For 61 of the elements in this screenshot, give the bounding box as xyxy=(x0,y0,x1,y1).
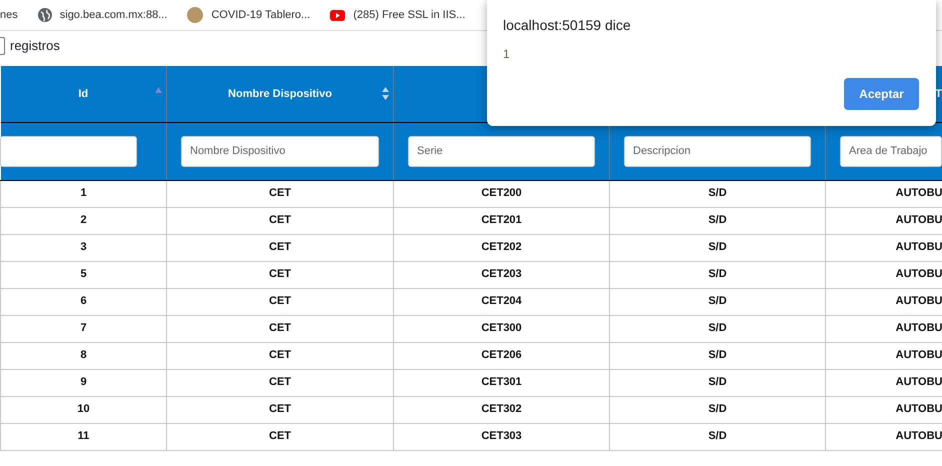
table-cell: S/D xyxy=(610,234,826,261)
column-header[interactable]: Id xyxy=(78,88,88,100)
table-cell: CET204 xyxy=(394,288,610,315)
table-cell: 6 xyxy=(0,288,166,315)
table-cell: CET xyxy=(166,207,394,234)
length-label: registros xyxy=(10,37,60,56)
table-cell: S/D xyxy=(610,315,826,342)
table-cell: CET xyxy=(166,342,394,369)
table-cell: 10 xyxy=(0,396,166,423)
table-cell: CET303 xyxy=(394,423,610,450)
column-header[interactable]: T xyxy=(935,88,942,100)
accept-button[interactable]: Aceptar xyxy=(844,78,919,110)
bookmark-link[interactable]: (285) Free SSL in IIS... xyxy=(353,6,466,24)
table-cell: CET xyxy=(166,369,394,396)
table-cell: 8 xyxy=(0,342,166,369)
table-cell: S/D xyxy=(610,369,826,396)
table-cell: CET xyxy=(166,261,394,288)
table-cell: CET302 xyxy=(394,396,610,423)
table-cell: S/D xyxy=(610,207,826,234)
table-cell: CET200 xyxy=(394,180,610,207)
bookmark-link[interactable]: COVID-19 Tablero... xyxy=(211,6,310,24)
table-cell: S/D xyxy=(610,396,826,423)
table-cell: CET201 xyxy=(394,207,610,234)
table-cell: S/D xyxy=(610,261,826,288)
dialog-title: localhost:50159 dice xyxy=(503,16,631,35)
table-cell: S/D xyxy=(610,180,826,207)
page-length-select[interactable] xyxy=(0,37,5,55)
table-cell: CET203 xyxy=(394,261,610,288)
dialog-message: 1 xyxy=(503,46,510,63)
table-cell: 1 xyxy=(0,180,166,207)
filter-field[interactable]: Area de Trabajo xyxy=(840,136,942,166)
table-cell: S/D xyxy=(610,288,826,315)
table-cell: CET xyxy=(166,180,394,207)
filter-field[interactable] xyxy=(0,136,137,166)
filter-field[interactable]: Descripcion xyxy=(624,136,811,166)
table-cell: 3 xyxy=(0,234,166,261)
table-cell: CET xyxy=(166,234,394,261)
table-cell: CET206 xyxy=(394,342,610,369)
table-cell: CET202 xyxy=(394,234,610,261)
table-cell: 11 xyxy=(0,423,166,450)
filter-field[interactable]: Serie xyxy=(408,136,595,166)
table-cell: CET xyxy=(166,396,394,423)
table-cell: 5 xyxy=(0,261,166,288)
sort-icon[interactable] xyxy=(382,87,389,100)
table-cell: CET301 xyxy=(394,369,610,396)
bookmark-link[interactable]: nes xyxy=(0,6,18,24)
table-cell: CET300 xyxy=(394,315,610,342)
table-cell: CET xyxy=(166,315,394,342)
table-cell: 2 xyxy=(0,207,166,234)
table-cell: 7 xyxy=(0,315,166,342)
table-cell: 9 xyxy=(0,369,166,396)
table-cell: S/D xyxy=(610,423,826,450)
filter-field[interactable]: Nombre Dispositivo xyxy=(181,136,379,166)
table-cell: CET xyxy=(166,423,394,450)
video-play-icon xyxy=(330,10,346,20)
table-cell: CET xyxy=(166,288,394,315)
column-header[interactable]: Nombre Dispositivo xyxy=(228,88,332,100)
globe-icon xyxy=(38,8,52,22)
circle-icon xyxy=(187,7,204,23)
table-cell: S/D xyxy=(610,342,826,369)
bookmark-link[interactable]: sigo.bea.com.mx:88... xyxy=(60,6,168,24)
